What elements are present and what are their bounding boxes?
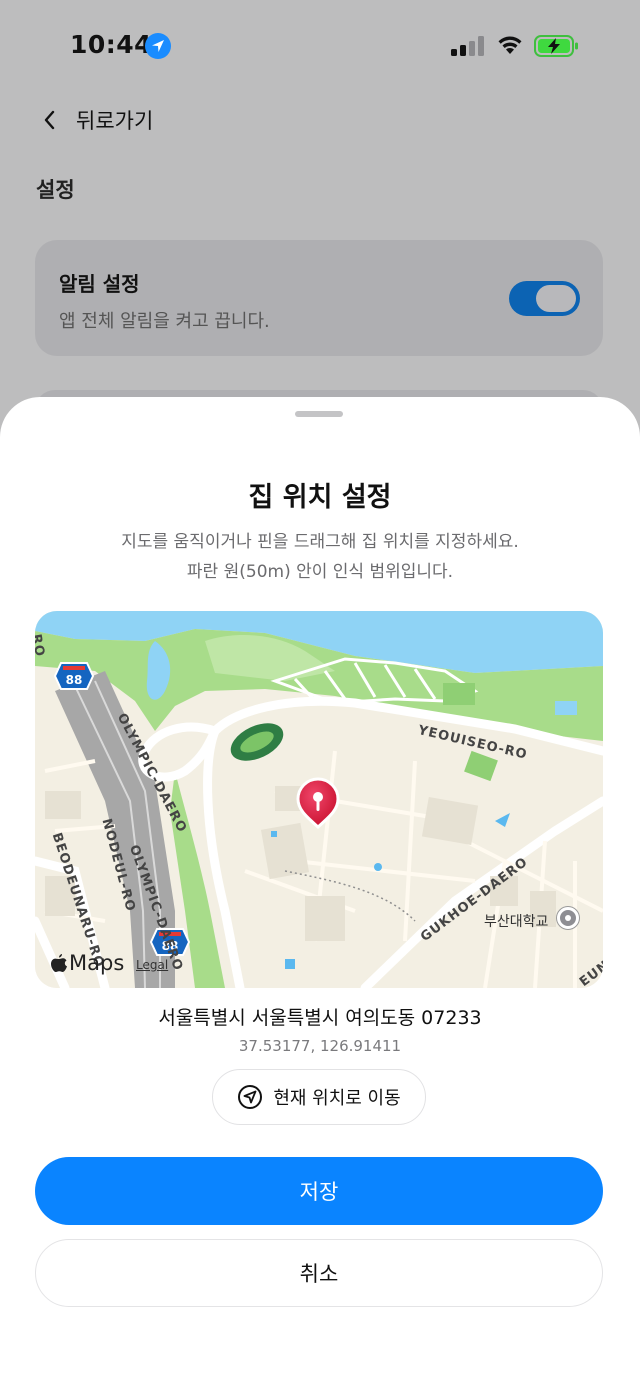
- settings-heading: 설정: [36, 178, 75, 202]
- map-poi-marker[interactable]: [557, 907, 579, 929]
- map-view[interactable]: 88 88 YEOUISEO-RO OLYMPIC-DAERO OLYMPIC-…: [35, 611, 603, 988]
- coordinates-text: 37.53177, 126.91411: [238, 1037, 402, 1055]
- apple-maps-logo: Maps: [51, 951, 124, 975]
- notification-setting-title: 알림 설정: [59, 272, 140, 296]
- save-button-label: 저장: [299, 1180, 339, 1204]
- notification-toggle[interactable]: [509, 281, 580, 316]
- chevron-left-icon: [38, 104, 68, 136]
- svg-text:88: 88: [66, 673, 83, 687]
- sheet-title: 집 위치 설정: [248, 482, 392, 513]
- cancel-button-label: 취소: [299, 1262, 339, 1286]
- sheet-description-line1: 지도를 움직이거나 핀을 드래그해 집 위치를 지정하세요.: [121, 532, 519, 552]
- home-location-sheet: 집 위치 설정 지도를 움직이거나 핀을 드래그해 집 위치를 지정하세요. 파…: [0, 397, 640, 1385]
- status-bar: 10:44: [0, 0, 640, 92]
- back-button[interactable]: 뒤로가기: [38, 104, 153, 136]
- maps-brand-label: Maps: [69, 951, 125, 975]
- navigation-arrow-icon: [238, 1085, 263, 1109]
- address-text: 서울특별시 서울특별시 여의도동 07233: [158, 1007, 482, 1029]
- toggle-knob: [536, 285, 576, 312]
- sheet-description-line2: 파란 원(50m) 안이 인식 범위입니다.: [186, 562, 454, 582]
- save-button[interactable]: 저장: [35, 1157, 603, 1225]
- sheet-description: 지도를 움직이거나 핀을 드래그해 집 위치를 지정하세요. 파란 원(50m)…: [0, 527, 640, 587]
- notification-setting-description: 앱 전체 알림을 켜고 끕니다.: [59, 311, 270, 332]
- highway-shield-88-top: 88: [53, 662, 95, 690]
- map-legal-link[interactable]: Legal: [136, 958, 168, 972]
- sheet-grabber[interactable]: [295, 411, 343, 417]
- home-location-pin[interactable]: [295, 777, 341, 839]
- move-to-current-location-label: 현재 위치로 이동: [273, 1088, 401, 1109]
- map-poi-label: 부산대학교: [484, 914, 549, 930]
- status-time: 10:44: [70, 30, 153, 59]
- notification-setting-card: 알림 설정 앱 전체 알림을 켜고 끕니다.: [35, 240, 603, 356]
- cancel-button[interactable]: 취소: [35, 1239, 603, 1307]
- wifi-icon: [498, 36, 522, 54]
- cellular-signal-icon: [451, 36, 484, 56]
- apple-logo-icon: [51, 953, 67, 972]
- battery-charging-icon: [534, 35, 578, 57]
- back-label: 뒤로가기: [76, 109, 154, 133]
- location-arrow-icon: [145, 33, 171, 59]
- move-to-current-location-button[interactable]: 현재 위치로 이동: [212, 1069, 426, 1125]
